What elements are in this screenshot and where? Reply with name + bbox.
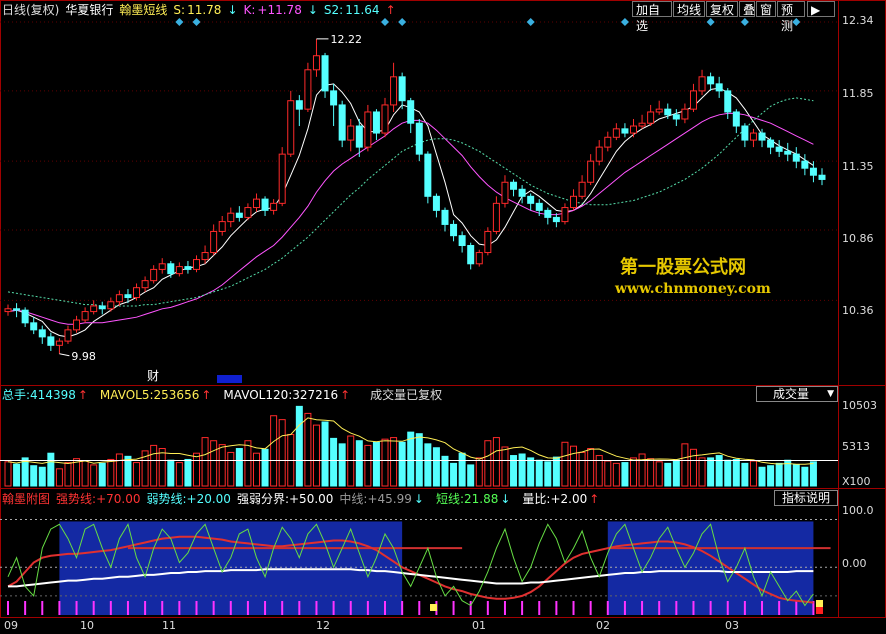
up-arrow-icon: ↑: [385, 3, 396, 17]
k-value: +11.78: [257, 3, 302, 17]
down-arrow-icon: ↓: [307, 3, 318, 17]
split-label: 强弱分界:: [236, 492, 289, 506]
price-tick-1: 11.85: [842, 87, 874, 100]
mavol5-value: 253656: [153, 388, 200, 402]
s-value: 11.78: [187, 3, 222, 17]
up-arrow-icon: ↑: [201, 388, 212, 402]
total-label: 总手:: [2, 388, 31, 402]
indicator-title: 翰墨附图: [2, 492, 51, 506]
down-arrow-icon: ↓: [227, 3, 238, 17]
price-tick-2: 11.35: [842, 160, 874, 173]
total-value: 414398: [30, 388, 76, 402]
x-label-02: 02: [596, 619, 610, 632]
x-label-09: 09: [4, 619, 18, 632]
mavol120-value: 327216: [292, 388, 339, 402]
indicator-help-button[interactable]: 指标说明: [774, 490, 838, 506]
ratio-value: +2.00: [550, 492, 588, 506]
mavol5-label: MAVOL5:: [99, 388, 154, 402]
volume-tick-2: X100: [842, 475, 871, 488]
s2-value: 11.64: [345, 3, 380, 17]
price-panel[interactable]: [0, 0, 839, 386]
period-label[interactable]: 日线(复权): [2, 3, 59, 17]
x-label-12: 12: [316, 619, 330, 632]
ratio-label: 量比:: [522, 492, 551, 506]
x-label-10: 10: [80, 619, 94, 632]
split-value: +50.00: [289, 492, 334, 506]
volume-selector[interactable]: 成交量 ▼: [756, 386, 838, 402]
price-header: 日线(复权) 华夏银行 翰墨短线 S: 11.78 ↓ K: +11.78 ↓ S2: 11.64 ↑: [2, 2, 402, 18]
toolbar-button-3[interactable]: 叠: [739, 1, 755, 17]
weak-value: +20.00: [186, 492, 231, 506]
mid-value: +45.99: [367, 492, 412, 506]
toolbar-button-1[interactable]: 均线: [673, 1, 705, 17]
x-label-11: 11: [162, 619, 176, 632]
toolbar-button-2[interactable]: 复权: [706, 1, 738, 17]
up-arrow-icon: ↑: [340, 388, 351, 402]
stock-name: 华夏银行: [65, 3, 114, 17]
volume-tick-0: 10503: [842, 399, 877, 412]
strong-label: 强势线:: [56, 492, 97, 506]
volume-tick-1: 5313: [842, 440, 870, 453]
chevron-down-icon: ▼: [827, 389, 834, 399]
price-tick-0: 12.34: [842, 14, 874, 27]
x-label-03: 03: [725, 619, 739, 632]
indicator-header: 翰墨附图 强势线:+70.00 弱势线:+20.00 强弱分界:+50.00 中线:+4…: [2, 491, 611, 507]
indicator-panel[interactable]: [0, 488, 839, 618]
down-arrow-icon: ↓: [500, 492, 511, 506]
watermark-url: www.chnmoney.com: [615, 281, 771, 297]
short-label: 短线:: [435, 492, 464, 506]
price-tick-3: 10.86: [842, 232, 874, 245]
volume-selector-label: 成交量: [773, 387, 810, 401]
play-arrow-icon[interactable]: ▶: [807, 1, 835, 17]
down-arrow-icon: ↓: [413, 492, 424, 506]
volume-note: 成交量已复权: [370, 388, 443, 402]
mavol120-label: MAVOL120:: [223, 388, 293, 402]
price-tick-4: 10.36: [842, 304, 874, 317]
indicator-name[interactable]: 翰墨短线: [119, 3, 167, 17]
price-axis-frame: [838, 0, 886, 386]
up-arrow-icon: ↑: [77, 388, 88, 402]
mid-label: 中线:: [339, 492, 368, 506]
toolbar-button-5[interactable]: 预测: [777, 1, 805, 33]
toolbar-button-4[interactable]: 窗: [756, 1, 776, 17]
k-label: K:: [243, 3, 256, 17]
indicator-tick-0: 100.0: [842, 504, 874, 517]
toolbar-button-0[interactable]: 加自选: [632, 1, 672, 33]
up-arrow-icon: ↑: [589, 492, 600, 506]
watermark-title: 第一股票公式网: [620, 257, 746, 278]
short-value: 21.88: [464, 492, 499, 506]
s2-label: S2:: [323, 3, 344, 17]
strong-value: +70.00: [96, 492, 141, 506]
indicator-tick-1: 0.00: [842, 557, 867, 570]
volume-header: 总手:414398 ↑ MAVOL5:253656 ↑ MAVOL120:327216 ↑…: [2, 387, 448, 403]
x-label-01: 01: [472, 619, 486, 632]
s-label: S:: [173, 3, 186, 17]
weak-label: 弱势线:: [146, 492, 187, 506]
